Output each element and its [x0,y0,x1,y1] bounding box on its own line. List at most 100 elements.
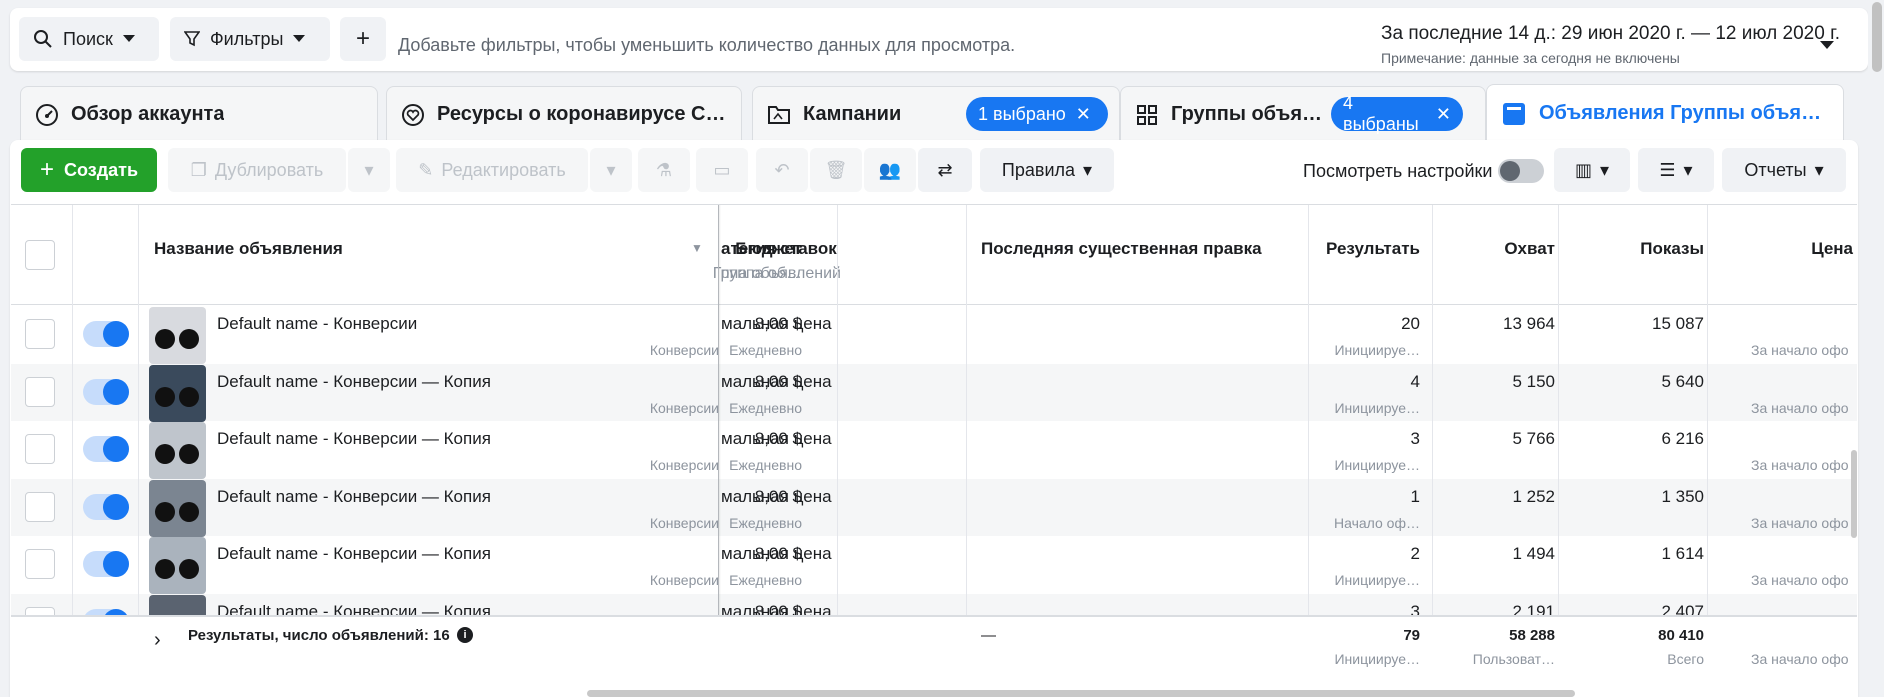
col-budget[interactable]: Бюджет [735,239,802,259]
tab-campaigns[interactable]: Кампании 1 выбрано ✕ [752,86,1120,142]
rules-button[interactable]: Правила ▾ [980,148,1114,192]
select-all-checkbox[interactable] [25,240,55,270]
page-scrollbar-thumb[interactable] [1872,2,1882,72]
view-settings-toggle[interactable] [1498,159,1544,183]
add-filter-button[interactable]: + [340,17,386,61]
ad-thumbnail[interactable] [149,307,206,364]
summary-reach: 58 288 [1509,627,1555,644]
columns-button[interactable]: ▥ ▾ [1554,148,1630,192]
test-button[interactable]: ⚗ [638,148,690,192]
bid-strategy-sub: Конверсии [649,457,719,473]
duplicate-button[interactable]: ❐ Дублировать [168,148,346,192]
chevron-right-icon[interactable]: › [154,629,161,652]
flask-icon: ⚗ [655,159,673,180]
search-button[interactable]: Поиск [19,17,159,61]
ad-name[interactable]: Default name - Конверсии — Копия [217,544,491,564]
ad-thumbnail[interactable] [149,479,206,537]
reach: 13 964 [1503,314,1555,333]
undo-button[interactable]: ↶ [756,148,808,192]
budget[interactable]: 8,00 $ [755,429,802,449]
summary-last-edit: — [981,627,996,644]
ad-name[interactable]: Default name - Конверсии — Копия [217,372,491,392]
budget[interactable]: 8,00 $ [755,314,802,334]
col-price[interactable]: Цена [1811,239,1853,259]
date-range[interactable]: За последние 14 д.: 29 июн 2020 г. — 12 … [1381,23,1840,45]
audience-button[interactable]: 👥 [864,148,916,192]
delete-button[interactable]: 🗑 [810,148,862,192]
col-name[interactable]: Название объявления [154,239,343,259]
tab-label: Ресурсы о коронавирусе C… [437,103,726,125]
tab-covid-resources[interactable]: Ресурсы о коронавирусе C… [386,86,742,142]
filters-button[interactable]: Фильтры [170,17,330,61]
page-scrollbar[interactable] [1868,0,1884,697]
row-checkbox[interactable] [25,376,55,407]
bid-strategy-sub: Конверсии [649,514,719,531]
tab-ad-sets[interactable]: Группы объя… 4 выбраны ✕ [1120,86,1486,142]
create-label: Создать [63,159,139,180]
row-checkbox[interactable] [25,319,55,349]
row-checkbox[interactable] [25,491,55,522]
row-checkbox[interactable] [25,549,55,579]
date-note: Примечание: данные за сегодня не включен… [1381,50,1680,66]
edit-dropdown[interactable]: ▾ [590,148,632,192]
create-button[interactable]: + Создать [21,148,157,192]
ad-thumbnail[interactable] [149,537,206,594]
budget[interactable]: 8,00 $ [755,544,802,564]
col-last-edit[interactable]: Последняя существенная правка [981,239,1262,259]
ad-status-toggle[interactable] [83,436,129,462]
reach: 1 494 [1512,544,1555,563]
date-caret-icon[interactable] [1820,41,1834,50]
ad-status-toggle[interactable] [83,493,129,520]
grid-icon [1137,104,1157,125]
table-header: Название объявления ▼ атегия ставок ппа … [11,205,1857,305]
ad-status-toggle[interactable] [83,378,129,405]
reports-button[interactable]: Отчеты ▾ [1722,148,1846,192]
ad-thumbnail[interactable] [149,422,206,479]
selection-pill[interactable]: 4 выбраны ✕ [1331,93,1463,134]
table-row[interactable]: Default name - Конверсии — Копия мальная … [11,478,1857,537]
breakdown-button[interactable]: ☰ ▾ [1638,148,1714,192]
duplicate-dropdown[interactable]: ▾ [348,148,390,192]
compare-button[interactable]: ⇄ [918,148,972,192]
reach: 5 766 [1512,429,1555,448]
table-row[interactable]: Default name - Конверсии — Копия мальная … [11,363,1857,422]
selection-pill[interactable]: 1 выбрано ✕ [966,97,1108,131]
budget[interactable]: 8,00 $ [755,372,802,392]
row-checkbox[interactable] [25,434,55,464]
plus-icon: + [39,156,54,183]
edit-button[interactable]: ✎ Редактировать [396,148,588,192]
ad-name[interactable]: Default name - Конверсии — Копия [217,487,491,507]
summary-price-sub: За начало офо [1751,651,1849,667]
table-vertical-scrollbar[interactable] [1851,450,1857,538]
table-row[interactable]: Default name - Конверсии — Копия мальная … [11,536,1857,594]
columns-icon: ▥ [1574,159,1592,180]
info-icon[interactable]: i [457,627,473,643]
tab-ads[interactable]: Объявления Группы объя… [1486,84,1844,142]
reach: 1 252 [1512,486,1555,506]
ad-thumbnail[interactable] [149,364,206,422]
caret-down-icon: ▾ [1083,159,1093,180]
caret-down-icon: ▾ [1599,159,1610,180]
budget-sub: Ежедневно [729,572,802,588]
col-reach[interactable]: Охват [1504,239,1555,259]
table-horizontal-scrollbar[interactable] [587,690,1575,697]
sort-caret-icon[interactable]: ▼ [691,241,703,255]
search-label: Поиск [63,28,113,49]
table-row[interactable]: Default name - Конверсии — Копия мальная … [11,421,1857,479]
copy-icon: ❐ [190,159,207,180]
table-row[interactable]: Default name - Конверсии мальная цена Конв… [11,306,1857,364]
tab-account-overview[interactable]: Обзор аккаунта [20,86,378,142]
budget-sub: Ежедневно [729,399,802,416]
budget[interactable]: 8,00 $ [755,487,802,507]
filter-placeholder[interactable]: Добавьте фильтры, чтобы уменьшить количе… [398,35,1015,56]
ad-name[interactable]: Default name - Конверсии — Копия [217,429,491,449]
close-icon[interactable]: ✕ [1076,104,1091,125]
ad-status-toggle[interactable] [83,551,129,577]
close-icon[interactable]: ✕ [1436,104,1451,125]
paste-button[interactable]: ▭ [696,148,748,192]
col-impressions[interactable]: Показы [1640,239,1704,259]
col-results[interactable]: Результать [1326,239,1420,259]
impressions: 1 350 [1661,486,1704,506]
ad-name[interactable]: Default name - Конверсии [217,314,417,334]
ad-status-toggle[interactable] [83,321,129,347]
